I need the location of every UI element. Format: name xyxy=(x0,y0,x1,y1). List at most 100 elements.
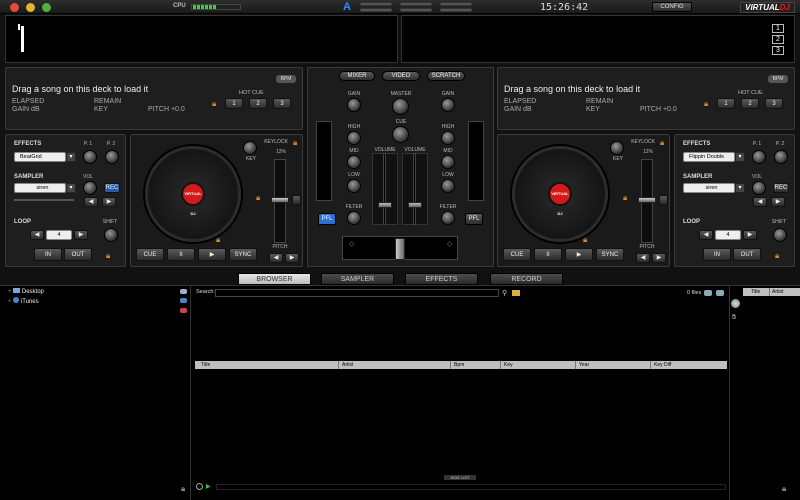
search-input[interactable] xyxy=(215,289,499,297)
jog-wheel-left[interactable]: VIRTUAL DJ xyxy=(145,146,241,242)
close-window-button[interactable] xyxy=(10,3,19,12)
volume-right-fader[interactable] xyxy=(408,202,422,208)
quick-search-input[interactable] xyxy=(216,484,726,490)
add-folder-icon[interactable] xyxy=(180,289,187,294)
loop-out-button[interactable]: OUT xyxy=(64,248,92,261)
sync-button[interactable]: SYNC xyxy=(229,248,257,261)
wave-button-3[interactable]: 3 xyxy=(772,46,784,55)
tab-video[interactable]: VIDEO xyxy=(382,71,420,81)
column-artist[interactable]: Artist xyxy=(342,361,353,369)
effect-p1-knob[interactable] xyxy=(83,150,97,164)
hot-cue-3-button[interactable]: 3 xyxy=(273,98,291,109)
waveform-left[interactable] xyxy=(5,15,398,63)
menu-slot[interactable] xyxy=(440,2,472,6)
effect-select[interactable]: Flippin Double xyxy=(683,152,735,162)
pfl-right-button[interactable]: PFL xyxy=(465,213,483,225)
zoom-window-button[interactable] xyxy=(42,3,51,12)
lock-icon[interactable]: 🔒︎ xyxy=(216,235,220,245)
tab-mixer[interactable]: MIXER xyxy=(339,71,375,81)
mid-left-knob[interactable] xyxy=(347,155,361,169)
hot-cue-3-button[interactable]: 3 xyxy=(765,98,783,109)
folder-icon[interactable] xyxy=(512,290,520,296)
search-icon[interactable]: ⚲ xyxy=(502,289,507,297)
lock-icon[interactable]: 🔒︎ xyxy=(106,251,110,261)
menu-slot[interactable] xyxy=(440,8,472,12)
add-favorite-icon[interactable] xyxy=(180,298,187,303)
loop-halve-button[interactable]: ◀ xyxy=(30,230,44,240)
master-volume-knob[interactable] xyxy=(392,98,409,115)
sidelist-icon[interactable] xyxy=(731,299,740,308)
jog-wheel-right[interactable]: VIRTUAL DJ xyxy=(512,146,608,242)
column-key-diff[interactable]: Key Diff xyxy=(654,361,671,369)
menu-slot[interactable] xyxy=(400,2,432,6)
chevron-down-icon[interactable]: ▾ xyxy=(735,152,745,162)
pfl-left-button[interactable]: PFL xyxy=(318,213,336,225)
waveform-right[interactable] xyxy=(401,15,795,63)
chevron-down-icon[interactable]: ▾ xyxy=(735,183,745,193)
play-icon[interactable]: ▶ xyxy=(206,483,211,490)
key-knob[interactable] xyxy=(610,141,624,155)
remove-folder-icon[interactable] xyxy=(180,308,187,313)
loop-shift-knob[interactable] xyxy=(104,228,118,242)
hot-cue-2-button[interactable]: 2 xyxy=(741,98,759,109)
wave-button-1[interactable]: 1 xyxy=(772,24,784,33)
tab-effects[interactable]: EFFECTS xyxy=(405,273,478,285)
sampler-select[interactable]: siren xyxy=(683,183,735,193)
crossfader-handle[interactable] xyxy=(395,238,405,260)
rec-button[interactable]: REC xyxy=(104,183,120,193)
pitch-bend-down-button[interactable]: ◀ xyxy=(269,253,283,263)
cue-button[interactable]: CUE xyxy=(136,248,164,261)
pitch-bend-down-button[interactable]: ◀ xyxy=(636,253,650,263)
wave-button-2[interactable]: 2 xyxy=(772,35,784,44)
filter-left-knob[interactable] xyxy=(347,211,361,225)
effect-select[interactable]: BeatGrid xyxy=(14,152,66,162)
filter-right-knob[interactable] xyxy=(441,211,455,225)
config-button[interactable]: CONFIG xyxy=(652,2,692,12)
loop-double-button[interactable]: ▶ xyxy=(743,230,757,240)
minimize-window-button[interactable] xyxy=(26,3,35,12)
lock-icon[interactable]: 🔒︎ xyxy=(704,99,708,109)
loop-out-button[interactable]: OUT xyxy=(733,248,761,261)
play-button[interactable]: ▶ xyxy=(565,248,593,261)
sampler-next-button[interactable]: ▶ xyxy=(102,197,116,207)
sidelist-pointer-icon[interactable]: ✋︎ xyxy=(732,314,736,322)
side-column-title[interactable]: Title xyxy=(751,288,760,296)
lock-icon[interactable]: 🔒︎ xyxy=(212,99,216,109)
lock-icon[interactable]: 🔒︎ xyxy=(583,235,587,245)
options-icon[interactable] xyxy=(716,290,724,296)
cue-mix-knob[interactable] xyxy=(392,126,409,143)
lock-icon[interactable]: 🔒︎ xyxy=(782,484,786,494)
high-right-knob[interactable] xyxy=(441,131,455,145)
lock-icon[interactable]: 🔒︎ xyxy=(623,193,627,203)
deck-left-info[interactable]: BPM Drag a song on this deck to load it … xyxy=(5,67,303,130)
lock-icon[interactable]: 🔒︎ xyxy=(775,251,779,261)
high-left-knob[interactable] xyxy=(347,131,361,145)
lock-icon[interactable]: 🔒︎ xyxy=(181,484,185,494)
loop-length[interactable]: 4 xyxy=(715,230,741,240)
lock-icon[interactable]: 🔒︎ xyxy=(293,138,297,148)
loop-in-button[interactable]: IN xyxy=(703,248,731,261)
pause-button[interactable]: II xyxy=(167,248,195,261)
tab-scratch[interactable]: SCRATCH xyxy=(427,71,465,81)
play-button[interactable]: ▶ xyxy=(198,248,226,261)
lock-icon[interactable]: 🔒︎ xyxy=(256,193,260,203)
sync-button[interactable]: SYNC xyxy=(596,248,624,261)
chevron-down-icon[interactable]: ▾ xyxy=(66,152,76,162)
pitch-reset-button[interactable] xyxy=(659,195,668,205)
effect-p1-knob[interactable] xyxy=(752,150,766,164)
tab-sampler[interactable]: SAMPLER xyxy=(321,273,394,285)
volume-left-track[interactable] xyxy=(383,153,386,225)
effect-p2-knob[interactable] xyxy=(105,150,119,164)
sampler-select[interactable]: siren xyxy=(14,183,66,193)
column-year[interactable]: Year xyxy=(579,361,589,369)
key-knob[interactable] xyxy=(243,141,257,155)
menu-slot[interactable] xyxy=(360,2,392,6)
tree-item-desktop[interactable]: + Desktop xyxy=(8,288,44,295)
pitch-bend-up-button[interactable]: ▶ xyxy=(285,253,299,263)
effect-p2-knob[interactable] xyxy=(774,150,788,164)
hot-cue-1-button[interactable]: 1 xyxy=(225,98,243,109)
sampler-vol-knob[interactable] xyxy=(752,181,766,195)
view-icon[interactable] xyxy=(704,290,712,296)
sampler-next-button[interactable]: ▶ xyxy=(771,197,785,207)
loop-shift-knob[interactable] xyxy=(773,228,787,242)
